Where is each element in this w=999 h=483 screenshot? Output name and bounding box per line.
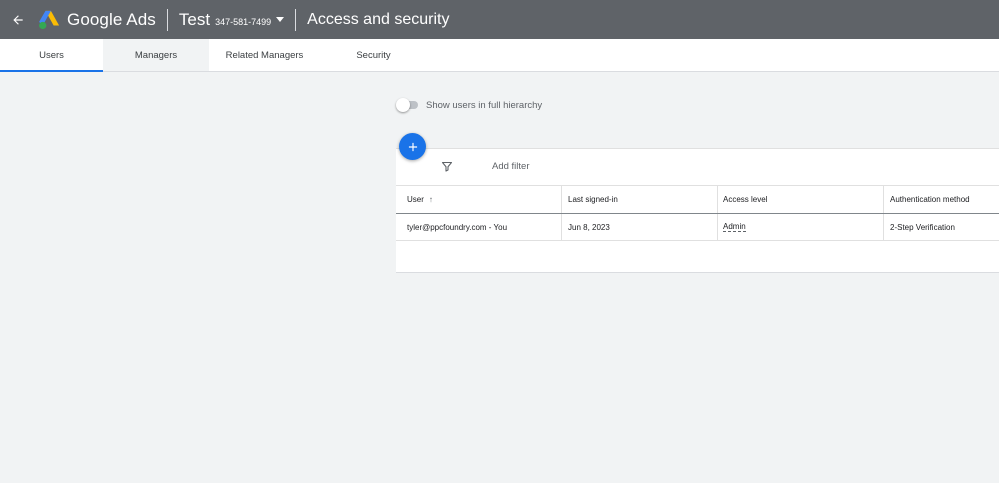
- table-header: User ↑ Last signed-in Access level Authe…: [396, 186, 999, 214]
- top-app-bar: Google Ads Test 347-581-7499 Access and …: [0, 0, 999, 39]
- column-header-label: User: [407, 195, 424, 204]
- filter-icon[interactable]: [441, 160, 453, 178]
- column-header-last-signed-in[interactable]: Last signed-in: [562, 186, 718, 213]
- cell-user: tyler@ppcfoundry.com - You: [396, 214, 562, 240]
- arrow-back-icon: [13, 14, 23, 25]
- hierarchy-toggle[interactable]: [396, 98, 420, 112]
- cell-access-level: Admin: [718, 214, 884, 240]
- chevron-down-icon: [276, 17, 285, 22]
- tab-users[interactable]: Users: [0, 39, 103, 72]
- column-header-user[interactable]: User ↑: [396, 186, 562, 213]
- sort-ascending-icon: ↑: [428, 195, 433, 204]
- tab-security[interactable]: Security: [320, 39, 427, 71]
- hierarchy-toggle-label: Show users in full hierarchy: [426, 99, 543, 111]
- cell-authentication-method: 2-Step Verification: [890, 222, 955, 232]
- toggle-thumb: [396, 98, 410, 112]
- app-name: Google Ads: [67, 9, 156, 29]
- tab-managers[interactable]: Managers: [103, 39, 209, 71]
- table-row: tyler@ppcfoundry.com - You Jun 8, 2023 A…: [396, 214, 999, 241]
- page-title: Access and security: [307, 10, 450, 28]
- users-table-card: Add filter User ↑ Last signed-in Access …: [396, 148, 999, 273]
- column-header-access-level[interactable]: Access level: [718, 186, 884, 213]
- add-user-button[interactable]: [399, 133, 426, 160]
- header-divider: [166, 8, 168, 31]
- header-divider: [295, 8, 297, 31]
- account-selector[interactable]: Test 347-581-7499: [178, 9, 285, 30]
- account-id: 347-581-7499: [215, 16, 272, 27]
- cell-last-signed-in: Jun 8, 2023: [562, 214, 718, 240]
- google-ads-logo-icon: [39, 10, 60, 29]
- tab-bar: Users Managers Related Managers Security: [0, 39, 999, 72]
- back-button[interactable]: [0, 0, 36, 39]
- account-name: Test: [178, 9, 211, 29]
- hierarchy-toggle-row: Show users in full hierarchy: [396, 98, 542, 112]
- access-level-link[interactable]: Admin: [723, 222, 746, 232]
- plus-icon: [408, 142, 417, 151]
- filter-bar: Add filter: [396, 149, 999, 186]
- add-filter-link[interactable]: Add filter: [492, 161, 530, 172]
- google-ads-logo[interactable]: Google Ads: [39, 10, 156, 30]
- column-header-authentication-method[interactable]: Authentication method: [884, 186, 999, 213]
- tab-related-managers[interactable]: Related Managers: [209, 39, 320, 71]
